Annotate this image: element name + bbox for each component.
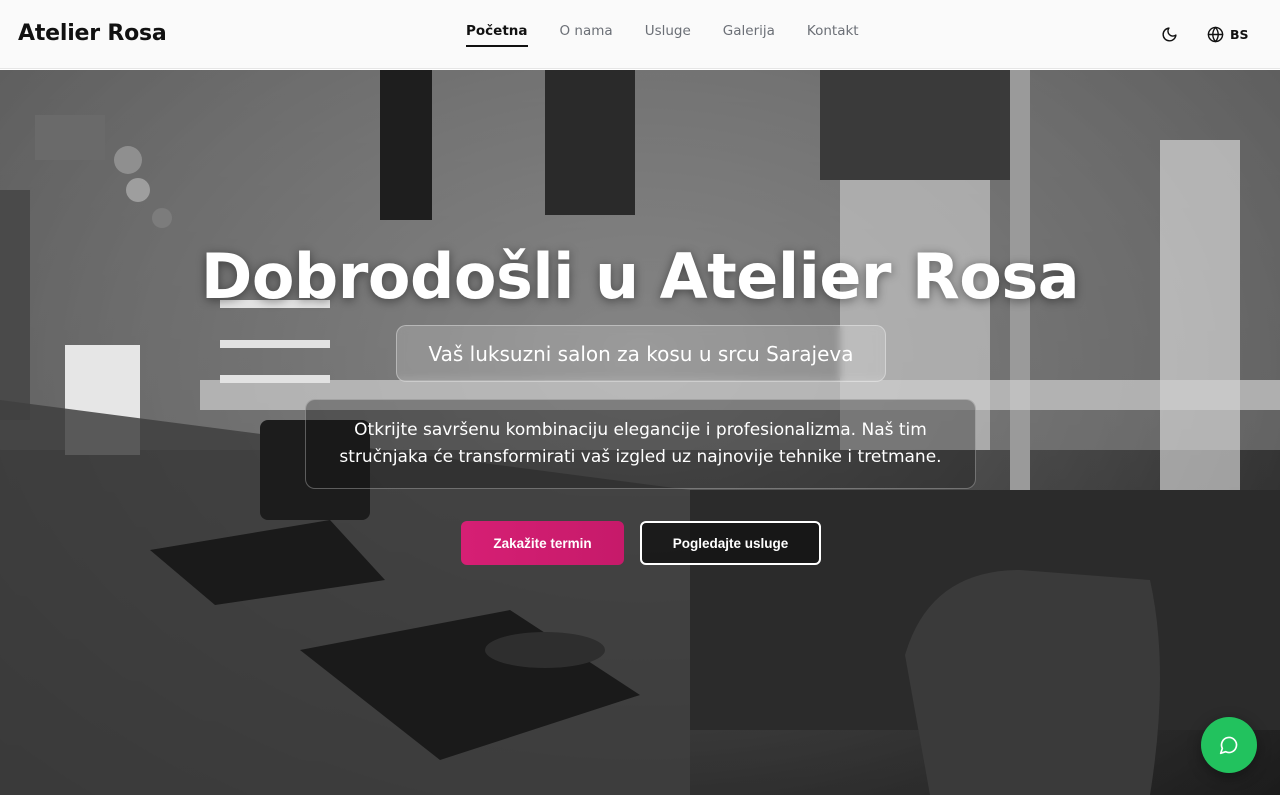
hero-subtitle: Vaš luksuzni salon za kosu u srcu Saraje… bbox=[428, 341, 854, 366]
language-selector[interactable]: BS bbox=[1207, 22, 1249, 46]
nav-item-galerija[interactable]: Galerija bbox=[723, 0, 775, 69]
hero-title: Dobrodošli u Atelier Rosa bbox=[200, 240, 1080, 313]
nav-item-usluge[interactable]: Usluge bbox=[645, 0, 691, 69]
site-header: Atelier Rosa Početna O nama Usluge Galer… bbox=[0, 0, 1280, 69]
brand-logo[interactable]: Atelier Rosa bbox=[18, 21, 167, 46]
language-label: BS bbox=[1230, 26, 1249, 42]
nav-item-o-nama[interactable]: O nama bbox=[560, 0, 613, 69]
moon-icon bbox=[1162, 26, 1177, 41]
hero-description-box: Otkrijte savršenu kombinaciju elegancije… bbox=[305, 399, 976, 489]
nav-item-pocetna[interactable]: Početna bbox=[466, 0, 528, 69]
view-services-button[interactable]: Pogledajte usluge bbox=[640, 521, 821, 565]
theme-toggle-button[interactable] bbox=[1157, 22, 1181, 46]
hero-description: Otkrijte savršenu kombinaciju elegancije… bbox=[339, 420, 942, 467]
book-appointment-button[interactable]: Zakažite termin bbox=[461, 521, 624, 565]
chat-bubble-icon bbox=[1219, 736, 1238, 755]
globe-icon bbox=[1207, 26, 1224, 42]
hero-subtitle-box: Vaš luksuzni salon za kosu u srcu Saraje… bbox=[396, 325, 886, 382]
hero-section: Dobrodošli u Atelier Rosa Vaš luksuzni s… bbox=[0, 70, 1280, 795]
nav-item-kontakt[interactable]: Kontakt bbox=[807, 0, 859, 69]
chat-button[interactable] bbox=[1201, 717, 1257, 773]
main-nav: Početna O nama Usluge Galerija Kontakt bbox=[466, 0, 891, 69]
